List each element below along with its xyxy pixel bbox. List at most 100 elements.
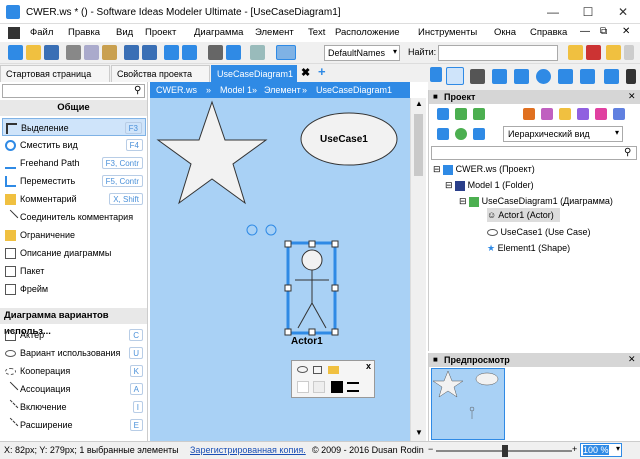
- menu-edit[interactable]: Правка: [68, 27, 100, 38]
- tool-constraint[interactable]: Ограничение: [2, 226, 146, 244]
- tab-start-page[interactable]: Стартовая страница: [0, 65, 110, 82]
- search-icon[interactable]: ⚲: [624, 147, 631, 158]
- find-input[interactable]: [438, 45, 558, 61]
- filter-icon[interactable]: [473, 128, 485, 140]
- menu-restore-icon[interactable]: ⧉: [600, 26, 607, 37]
- zoom-in-icon[interactable]: +: [572, 444, 577, 454]
- actor1-label[interactable]: Actor1: [291, 336, 323, 347]
- panel-pin-icon[interactable]: ■: [433, 92, 438, 101]
- toolbar-options-icon[interactable]: [624, 45, 634, 60]
- color-e-icon[interactable]: [595, 108, 607, 120]
- panel-toggle-icon[interactable]: [430, 67, 442, 82]
- tool-actor[interactable]: Актёр C: [2, 326, 146, 344]
- tool-pan[interactable]: Сместить вид F4: [2, 136, 146, 154]
- tree-view-icon[interactable]: [446, 67, 464, 85]
- zoom-slider-thumb[interactable]: [502, 445, 508, 457]
- tab-project-properties[interactable]: Свойства проекта: [111, 65, 210, 82]
- tool-diagram-description[interactable]: Описание диаграммы: [2, 244, 146, 262]
- layers-icon[interactable]: [604, 69, 619, 84]
- tool-select[interactable]: Выделение F3: [2, 118, 146, 136]
- menu-file[interactable]: Файл: [30, 27, 53, 38]
- rect-shape-icon[interactable]: [313, 366, 322, 374]
- hierarchy-icon[interactable]: [558, 69, 573, 84]
- color-a-icon[interactable]: [523, 108, 535, 120]
- list-view-icon[interactable]: [470, 69, 485, 84]
- collapse-icon[interactable]: ⊟: [433, 164, 441, 174]
- collapse-icon[interactable]: ⊟: [459, 196, 467, 206]
- zoom-slider[interactable]: [436, 445, 572, 457]
- find-next-icon[interactable]: [606, 45, 621, 60]
- canvas-vscrollbar[interactable]: ▲ ▼: [410, 98, 426, 441]
- style-select[interactable]: DefaultNames ▾: [324, 45, 400, 61]
- add-folder-icon[interactable]: [455, 108, 467, 120]
- breadcrumb-item[interactable]: UseCaseDiagram1: [316, 85, 392, 95]
- status-registered-link[interactable]: Зарегистрированная копия.: [190, 445, 306, 455]
- tool-freehand[interactable]: Freehand Path F3, Contr: [2, 154, 146, 172]
- tree-item-usecase[interactable]: UseCase1 (Use Case): [487, 225, 591, 239]
- close-button[interactable]: ✕: [610, 2, 636, 22]
- menu-arrange[interactable]: Расположение: [335, 27, 400, 38]
- menu-text[interactable]: Text: [308, 27, 325, 38]
- menu-windows[interactable]: Окна: [494, 27, 516, 38]
- zoom-select[interactable]: 100 % ▾: [580, 443, 622, 457]
- color-c-icon[interactable]: [559, 108, 571, 120]
- color-b-icon[interactable]: [541, 108, 553, 120]
- cut-icon[interactable]: [66, 45, 81, 60]
- refresh-icon[interactable]: [455, 128, 467, 140]
- menu-close-icon[interactable]: ✕: [622, 26, 630, 37]
- usecase1-label[interactable]: UseCase1: [320, 134, 368, 145]
- toolbox-search-input[interactable]: [2, 84, 145, 98]
- tool-package[interactable]: Пакет: [2, 262, 146, 280]
- settings-icon[interactable]: [536, 69, 551, 84]
- tree-item-diagram[interactable]: ⊟ UseCaseDiagram1 (Диаграмма): [459, 194, 613, 208]
- new-icon[interactable]: [8, 45, 23, 60]
- send-back-icon[interactable]: [182, 45, 197, 60]
- add-model-icon[interactable]: [437, 108, 449, 120]
- project-search-input[interactable]: [431, 146, 637, 160]
- tree-item-project[interactable]: ⊟ CWER.ws (Проект): [433, 162, 535, 176]
- ellipse-shape-icon[interactable]: [297, 366, 308, 373]
- tool-include[interactable]: Включение I: [2, 398, 146, 416]
- close-tab-icon[interactable]: ✖: [301, 66, 310, 79]
- folder-shape-icon[interactable]: [328, 366, 339, 374]
- menu-view[interactable]: Вид: [116, 27, 133, 38]
- panel-close-icon[interactable]: ✕: [628, 91, 636, 102]
- line-style-icon[interactable]: [347, 382, 359, 392]
- color-f-icon[interactable]: [613, 108, 625, 120]
- fill-black-icon[interactable]: [331, 381, 343, 393]
- tree-item-element[interactable]: ★ Element1 (Shape): [487, 241, 570, 255]
- tool-comment[interactable]: Комментарий X, Shift: [2, 190, 146, 208]
- more-icon[interactable]: [626, 69, 636, 84]
- tool-frame[interactable]: Фрейм: [2, 280, 146, 298]
- tree-item-model[interactable]: ⊟ Model 1 (Folder): [445, 178, 534, 192]
- app-menu-icon[interactable]: [8, 27, 20, 39]
- app-icon[interactable]: [6, 5, 20, 19]
- diagram-icon[interactable]: [492, 69, 507, 84]
- collapse-icon[interactable]: ⊟: [445, 180, 453, 190]
- color-d-icon[interactable]: [577, 108, 589, 120]
- menu-diagram[interactable]: Диаграмма: [194, 27, 243, 38]
- tool-usecase[interactable]: Вариант использования U: [2, 344, 146, 362]
- layout-icon[interactable]: [276, 45, 296, 60]
- maximize-button[interactable]: ☐: [575, 2, 601, 22]
- open-icon[interactable]: [26, 45, 41, 60]
- format-icon[interactable]: [580, 69, 595, 84]
- tool-association[interactable]: Ассоциация A: [2, 380, 146, 398]
- scroll-thumb[interactable]: [414, 114, 423, 176]
- popup-close-icon[interactable]: x: [366, 361, 371, 371]
- sort-icon[interactable]: [437, 128, 449, 140]
- bring-front-icon[interactable]: [164, 45, 179, 60]
- menu-project[interactable]: Проект: [145, 27, 176, 38]
- minimize-button[interactable]: —: [540, 2, 566, 22]
- search-icon[interactable]: ⚲: [134, 85, 141, 96]
- menu-tools[interactable]: Инструменты: [418, 27, 477, 38]
- save-icon[interactable]: [44, 45, 59, 60]
- undo-icon[interactable]: [124, 45, 139, 60]
- add-diagram-icon[interactable]: [473, 108, 485, 120]
- breadcrumb-item[interactable]: Model 1: [220, 85, 252, 95]
- tab-usecasediagram1[interactable]: UseCaseDiagram1: [211, 65, 297, 82]
- fill-white-icon[interactable]: [297, 381, 309, 393]
- add-tab-icon[interactable]: +: [318, 64, 326, 79]
- columns-icon[interactable]: [514, 69, 529, 84]
- tool-move[interactable]: Переместить F5, Contr: [2, 172, 146, 190]
